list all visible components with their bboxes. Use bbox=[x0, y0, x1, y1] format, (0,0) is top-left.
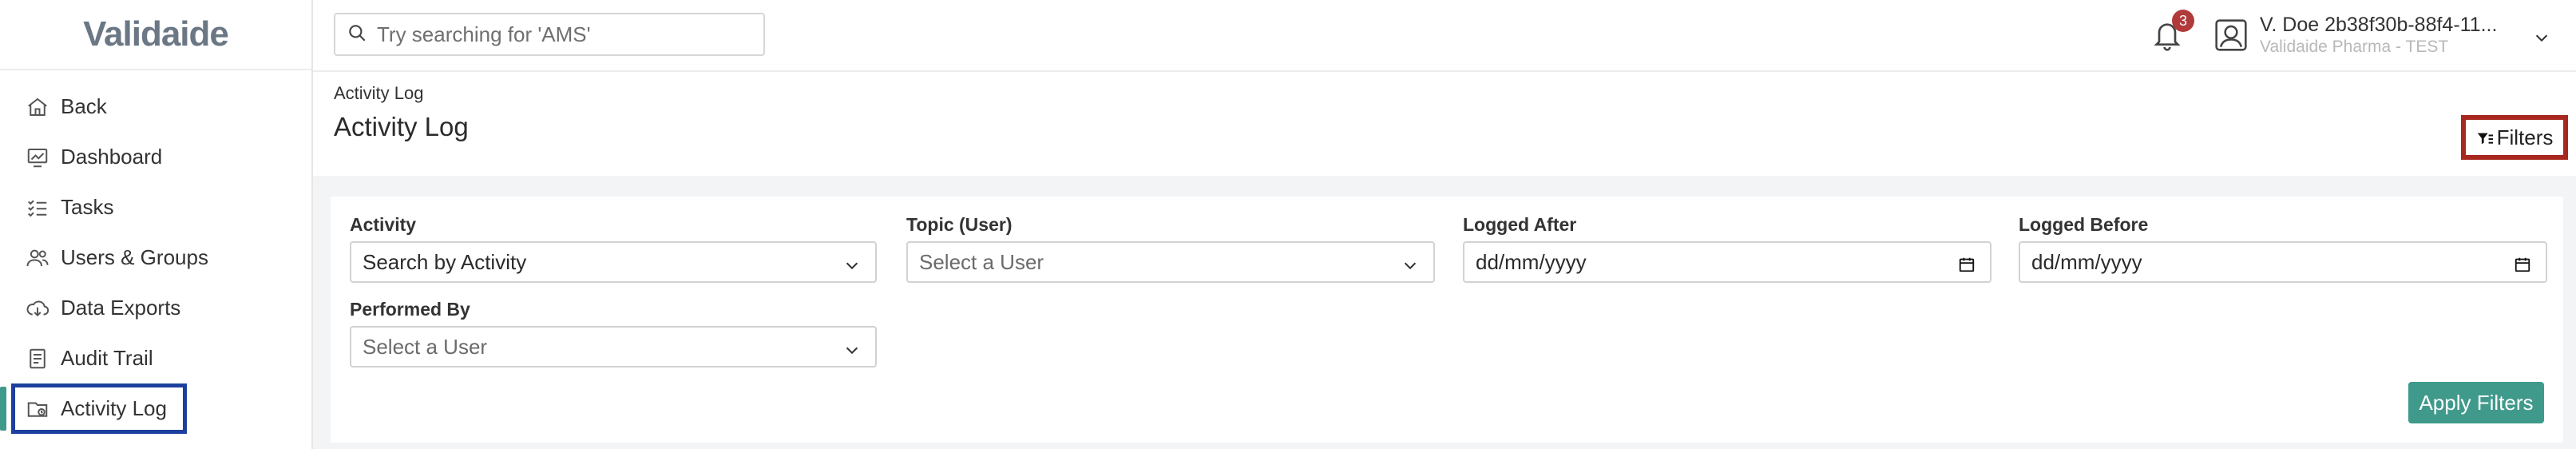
logged-before-date-input[interactable]: dd/mm/yyyy bbox=[2019, 241, 2547, 283]
filter-icon bbox=[2476, 129, 2494, 146]
user-menu[interactable]: V. Doe 2b38f30b-88f4-11... Validaide Pha… bbox=[2213, 13, 2557, 58]
topic-user-select-placeholder: Select a User bbox=[919, 249, 1044, 274]
performed-by-select[interactable]: Select a User bbox=[350, 326, 877, 368]
performed-by-label: Performed By bbox=[350, 299, 470, 320]
calendar-icon[interactable] bbox=[1958, 254, 1976, 272]
search-box[interactable] bbox=[334, 13, 765, 56]
chevron-down-icon bbox=[843, 255, 861, 272]
sidebar-item-dashboard[interactable]: Dashboard bbox=[0, 132, 311, 182]
sidebar-item-back[interactable]: Back bbox=[0, 81, 311, 132]
performed-by-select-placeholder: Select a User bbox=[363, 334, 488, 359]
calendar-icon[interactable] bbox=[2514, 254, 2531, 272]
search-icon bbox=[347, 22, 367, 47]
topic-user-label: Topic (User) bbox=[906, 214, 1013, 235]
user-organization: Validaide Pharma - TEST bbox=[2260, 38, 2449, 56]
filters-panel: Activity Search by Activity Topic (User)… bbox=[331, 197, 2563, 443]
logged-before-date-value: dd/mm/yyyy bbox=[2031, 249, 2142, 274]
topic-user-select[interactable]: Select a User bbox=[906, 241, 1435, 283]
sidebar-item-label: Tasks bbox=[61, 195, 114, 219]
notifications-button[interactable]: 3 bbox=[2151, 10, 2194, 56]
bell-icon bbox=[2151, 23, 2183, 56]
logged-after-date-input[interactable]: dd/mm/yyyy bbox=[1463, 241, 1991, 283]
active-highlight bbox=[11, 383, 187, 434]
sidebar-item-label: Audit Trail bbox=[61, 346, 153, 370]
activity-select[interactable]: Search by Activity bbox=[350, 241, 877, 283]
sidebar-item-label: Dashboard bbox=[61, 145, 163, 169]
home-icon bbox=[24, 93, 51, 121]
cloud-download-icon bbox=[24, 295, 51, 322]
activity-select-value: Search by Activity bbox=[363, 249, 527, 274]
sidebar-item-label: Users & Groups bbox=[61, 245, 208, 269]
logged-after-label: Logged After bbox=[1463, 214, 1577, 235]
sidebar: Validaide Back Dashboard Tasks Users & G… bbox=[0, 0, 313, 449]
sidebar-item-label: Data Exports bbox=[61, 296, 181, 320]
sidebar-item-label: Back bbox=[61, 94, 107, 118]
filters-button[interactable]: Filters bbox=[2461, 115, 2568, 160]
user-avatar-icon bbox=[2213, 18, 2249, 53]
chevron-down-icon bbox=[1401, 255, 1419, 272]
logged-before-label: Logged Before bbox=[2019, 214, 2149, 235]
user-info: V. Doe 2b38f30b-88f4-11... Validaide Pha… bbox=[2260, 14, 2498, 56]
sidebar-item-users-groups[interactable]: Users & Groups bbox=[0, 232, 311, 283]
activity-label: Activity bbox=[350, 214, 417, 235]
breadcrumb[interactable]: Activity Log bbox=[334, 83, 424, 104]
brand-logo[interactable]: Validaide bbox=[83, 14, 229, 54]
sidebar-item-activity-log[interactable]: Activity Log bbox=[0, 383, 311, 434]
page-header: Activity Log Activity Log Filters bbox=[313, 72, 2576, 176]
apply-filters-button[interactable]: Apply Filters bbox=[2408, 382, 2544, 423]
active-indicator bbox=[0, 387, 6, 431]
sidebar-item-audit-trail[interactable]: Audit Trail bbox=[0, 333, 311, 383]
search-input[interactable] bbox=[375, 21, 751, 48]
users-icon bbox=[24, 244, 51, 272]
sidebar-item-data-exports[interactable]: Data Exports bbox=[0, 283, 311, 333]
top-bar: 3 V. Doe 2b38f30b-88f4-11... Validaide P… bbox=[313, 0, 2576, 72]
notification-count-badge: 3 bbox=[2172, 10, 2194, 32]
chevron-down-icon[interactable] bbox=[2533, 29, 2550, 46]
tasks-icon bbox=[24, 194, 51, 221]
brand-logo-text: Validaide bbox=[83, 14, 229, 54]
page-title: Activity Log bbox=[334, 112, 469, 141]
sidebar-nav: Back Dashboard Tasks Users & Groups Data… bbox=[0, 70, 311, 434]
filters-button-label: Filters bbox=[2496, 125, 2554, 149]
sidebar-item-tasks[interactable]: Tasks bbox=[0, 182, 311, 232]
audit-icon bbox=[24, 345, 51, 372]
logged-after-date-value: dd/mm/yyyy bbox=[1476, 249, 1587, 274]
user-name: V. Doe 2b38f30b-88f4-11... bbox=[2260, 14, 2498, 36]
dashboard-icon bbox=[24, 144, 51, 171]
chevron-down-icon bbox=[843, 340, 861, 357]
logo-area: Validaide bbox=[0, 0, 311, 70]
